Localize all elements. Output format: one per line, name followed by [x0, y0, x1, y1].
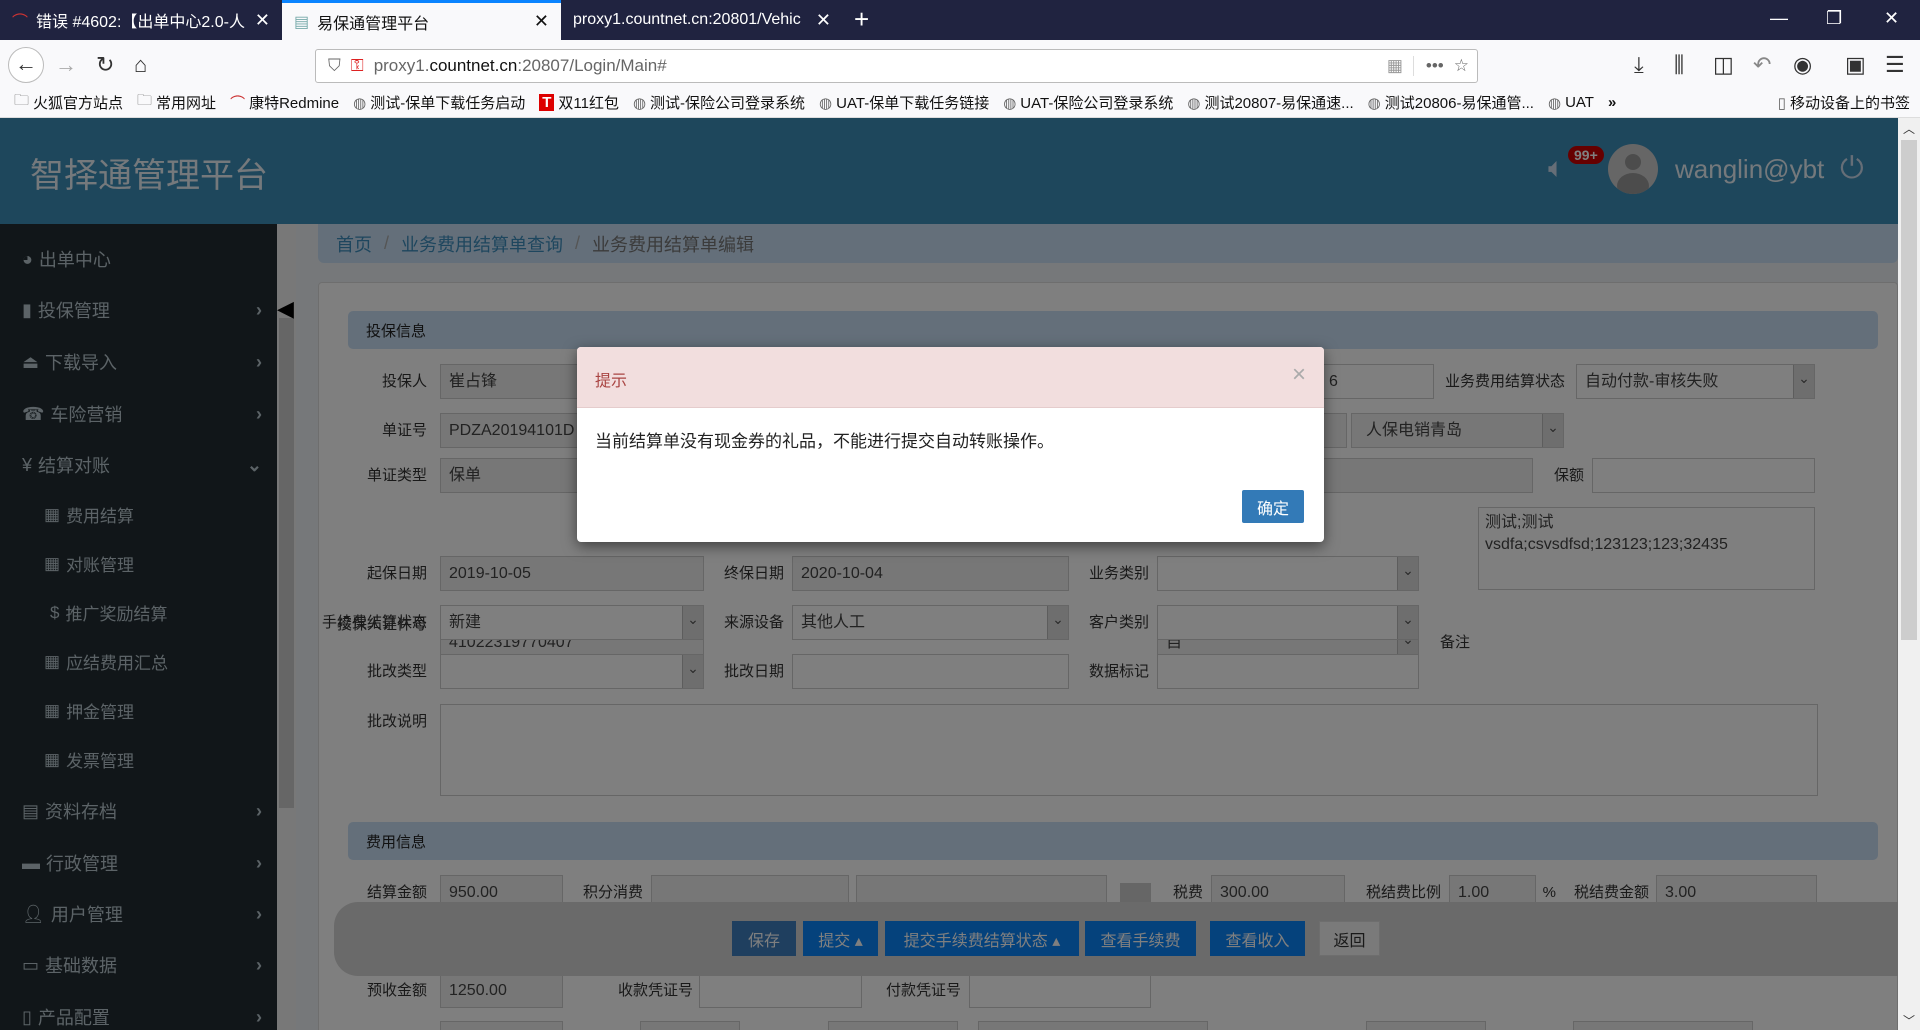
globe-icon: ◍ — [1003, 94, 1017, 112]
mobile-bookmarks[interactable]: ▯ 移动设备上的书签 — [1778, 92, 1910, 113]
bookmark-label: 移动设备上的书签 — [1789, 95, 1910, 112]
restore-icon[interactable]: ❐ — [1826, 8, 1842, 29]
bookmark-label: 康特Redmine — [249, 95, 340, 112]
tab-label: 错误 #4602:【出单中心2.0-人… — [36, 14, 247, 31]
redmine-icon: ⌒ — [12, 14, 29, 31]
globe-icon: ◍ — [632, 94, 647, 112]
modal-backdrop[interactable] — [0, 118, 1898, 1030]
undo-icon[interactable]: ↶ — [1753, 52, 1771, 78]
bookmark-item[interactable]: ⌒ 康特Redmine — [230, 92, 339, 113]
bookmark-label: 测试-保险公司登录系统 — [650, 95, 806, 112]
dialog-message: 当前结算单没有现金券的礼品，不能进行提交自动转账操作。 — [595, 432, 1054, 451]
scroll-up-icon[interactable]: ︿ — [1903, 120, 1915, 137]
bookmark-label: 常用网址 — [156, 95, 217, 112]
gift-icon[interactable]: ▣ — [1845, 52, 1866, 78]
url-prefix: proxy1. — [373, 56, 430, 75]
tab-active[interactable]: ▤ 易保通管理平台 ✕ — [282, 0, 561, 40]
bookmarks-overflow-button[interactable]: » — [1608, 94, 1616, 111]
sidebar-toggle-icon[interactable]: ◫ — [1713, 52, 1734, 78]
new-tab-button[interactable]: + — [854, 4, 869, 35]
dialog-title: 提示 — [595, 373, 628, 390]
tab-proxy[interactable]: proxy1.countnet.cn:20801/Vehic ✕ — [561, 0, 843, 40]
bookmarks-bar: 🗀 火狐官方站点 🗀 常用网址 ⌒ 康特Redmine ◍ 测试-保单下载任务启动 T双… — [0, 88, 1920, 118]
close-tab-icon[interactable]: ✕ — [816, 10, 831, 31]
globe-icon: ◍ — [819, 94, 833, 112]
dialog-header — [577, 347, 1324, 408]
more-actions-icon[interactable]: ••• — [1412, 56, 1444, 76]
bookmark-item[interactable]: ◍ UAT-保险公司登录系统 — [1003, 92, 1173, 113]
downloads-icon[interactable]: ⤓ — [1634, 52, 1644, 78]
page-icon: ▤ — [294, 13, 310, 31]
bookmark-item[interactable]: ◍ UAT-保单下载任务链接 — [819, 92, 989, 113]
close-window-icon[interactable]: ✕ — [1884, 8, 1899, 29]
redmine-icon: ⌒ — [230, 95, 246, 112]
menu-icon[interactable]: ☰ — [1885, 52, 1905, 78]
close-tab-icon[interactable]: ✕ — [255, 10, 270, 31]
globe-icon: ◍ — [1187, 94, 1201, 112]
qr-code-icon[interactable]: ▦ — [1387, 56, 1403, 76]
insecure-lock-icon[interactable]: ⚿ — [351, 56, 364, 76]
back-icon[interactable]: ← — [8, 47, 44, 83]
bookmark-label: 火狐官方站点 — [33, 95, 124, 112]
bookmark-label: UAT-保险公司登录系统 — [1020, 95, 1174, 112]
mobile-icon: ▯ — [1777, 94, 1786, 112]
url-host: countnet.cn — [429, 56, 518, 75]
folder-icon: 🗀 — [14, 92, 30, 109]
browser-tab-bar: ⌒ 错误 #4602:【出单中心2.0-人… ✕ ▤ 易保通管理平台 ✕ pro… — [0, 0, 1920, 40]
bookmark-star-icon[interactable]: ☆ — [1454, 56, 1469, 76]
bookmark-label: UAT — [1565, 94, 1594, 111]
reload-icon[interactable]: ↻ — [96, 52, 114, 78]
t-icon: T — [539, 94, 555, 111]
bookmark-label: UAT-保单下载任务链接 — [836, 95, 990, 112]
page-viewport: 智择通管理平台 🔈︎ 99+ wanglin@ybt ⏻ ◕出单中心 ▮投保管理… — [0, 118, 1898, 1030]
alert-dialog: 提示 × 当前结算单没有现金券的礼品，不能进行提交自动转账操作。 确定 — [577, 347, 1324, 542]
bookmark-label: 测试20806-易保通管... — [1384, 95, 1534, 112]
close-tab-icon[interactable]: ✕ — [534, 11, 549, 32]
folder-icon: 🗀 — [137, 92, 153, 109]
forward-icon[interactable]: → — [55, 52, 77, 78]
bookmark-item[interactable]: ◍ 测试20807-易保通速... — [1187, 92, 1353, 113]
bookmark-item[interactable]: 🗀 常用网址 — [137, 90, 216, 115]
shield-icon[interactable]: ⛉ — [328, 56, 341, 76]
bookmark-label: 双11红包 — [558, 95, 619, 112]
tab-redmine[interactable]: ⌒ 错误 #4602:【出单中心2.0-人… ✕ — [0, 0, 282, 40]
globe-icon: ◍ — [1547, 94, 1562, 112]
library-icon[interactable]: ⫼ — [1674, 52, 1684, 78]
close-icon[interactable]: × — [1292, 361, 1306, 389]
tab-label: proxy1.countnet.cn:20801/Vehic — [573, 11, 801, 28]
scroll-down-icon[interactable]: ﹀ — [1903, 1012, 1915, 1029]
globe-icon: ◍ — [1367, 94, 1381, 112]
account-icon[interactable]: ◉ — [1793, 52, 1812, 78]
url-bar[interactable]: ⛉ ⚿ proxy1.countnet.cn:20807/Login/Main#… — [315, 49, 1478, 83]
bookmark-item[interactable]: ◍ 测试-保单下载任务启动 — [353, 92, 525, 113]
minimize-icon[interactable]: — — [1770, 8, 1788, 29]
home-icon[interactable]: ⌂ — [134, 52, 147, 78]
globe-icon: ◍ — [353, 94, 367, 112]
ok-button[interactable]: 确定 — [1242, 490, 1304, 523]
bookmark-item[interactable]: T 双11红包 — [539, 92, 619, 113]
bookmark-item[interactable]: ◍ 测试-保险公司登录系统 — [633, 92, 805, 113]
bookmark-label: 测试-保单下载任务启动 — [370, 95, 526, 112]
tab-label: 易保通管理平台 — [317, 15, 430, 33]
bookmark-item[interactable]: ◍ UAT — [1548, 94, 1594, 112]
page-scroll-thumb[interactable] — [1901, 140, 1917, 640]
bookmark-item[interactable]: ◍ 测试20806-易保通管... — [1368, 92, 1534, 113]
bookmark-item[interactable]: 🗀 火狐官方站点 — [14, 90, 123, 115]
bookmark-label: 测试20807-易保通速... — [1204, 95, 1354, 112]
url-path: :20807/Login/Main# — [517, 56, 667, 75]
